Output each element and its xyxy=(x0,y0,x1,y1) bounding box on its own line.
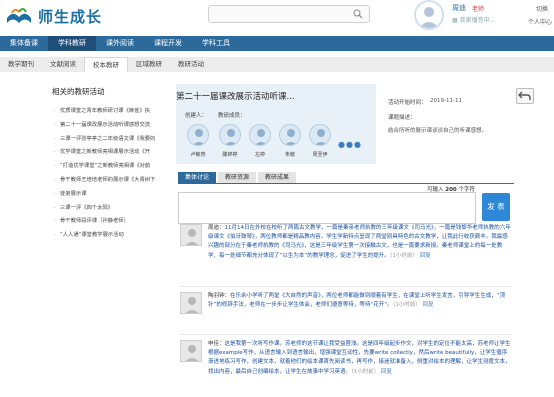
comment-body: 在乐余小学听了两堂《大自然的声音》，两位老师都能做到顺着有学生，在课堂上听学生发… xyxy=(208,293,506,309)
comment-time: （1小时前） xyxy=(351,368,380,375)
sub-nav-item[interactable]: 区域教研 xyxy=(128,57,170,72)
switch-link[interactable]: 切换 xyxy=(536,4,548,13)
book-logo-icon xyxy=(4,4,34,28)
comment-author[interactable]: 周迪： xyxy=(208,225,225,231)
member-name: 卢敏燕 xyxy=(190,152,206,158)
related-activities: 相关的教研活动 优质课堂之青年教师研讨课《麻雀》执第二十一届课改展示活动听课感想… xyxy=(52,86,170,243)
commenter-avatar[interactable] xyxy=(180,224,202,246)
personal-center-link[interactable]: 个人中心 xyxy=(528,17,552,26)
search-icon[interactable] xyxy=(353,9,363,19)
top-bar: 师生成长 周迪 老师 ▦ 我家播音中... 切换 个人中心 xyxy=(0,0,554,36)
comment-text: 陶羽钟：在乐余小学听了两堂《大自然的声音》，两位老师都能做到顺着有学生，在课堂上… xyxy=(208,292,512,310)
related-heading: 相关的教研活动 xyxy=(52,87,105,96)
tab-0[interactable]: 集体讨论 xyxy=(178,172,217,183)
comment-author[interactable]: 陶羽钟： xyxy=(208,293,230,299)
member-card[interactable]: 滕婷婷 xyxy=(218,124,242,158)
comment-text: 申佳：这是我第一次听写作课，苏老师的这节课让我受益匪浅。这是四年级起步作文，对学… xyxy=(208,340,512,377)
start-time-label: 活动开始时间： xyxy=(388,100,427,106)
reply-link[interactable]: 回复 xyxy=(420,253,431,259)
related-activity-link[interactable]: 三课一评《四个太阳》 xyxy=(52,202,170,216)
related-activity-link[interactable]: “打造优学课堂”之新教师亮相课《对韵 xyxy=(52,160,170,174)
member-label: 教研成员： xyxy=(218,113,246,119)
member-card[interactable]: 朱敏 xyxy=(278,124,302,158)
comment-separator xyxy=(180,286,512,287)
member-name: 左婷 xyxy=(254,152,265,158)
publish-button[interactable]: 发 表 xyxy=(482,193,510,221)
comment-time: （1小时前） xyxy=(389,252,418,259)
member-name: 朱敏 xyxy=(284,152,295,158)
member-avatar[interactable] xyxy=(309,124,331,146)
sub-nav: 教学期刊 文献阅读 校本教研 区域教研 教研活动 xyxy=(0,57,554,72)
tab-divider xyxy=(178,183,514,184)
member-name: 周圣伊 xyxy=(312,152,328,158)
main-nav-item[interactable]: 课外阅读 xyxy=(96,36,144,51)
reply-link[interactable]: 回复 xyxy=(423,302,434,308)
back-button[interactable] xyxy=(516,88,534,104)
tab-1[interactable]: 教研资源 xyxy=(218,172,257,183)
member-avatar[interactable] xyxy=(249,124,271,146)
user-signature: ▦ 我家播音中... xyxy=(452,17,496,24)
user-avatar[interactable] xyxy=(414,0,444,30)
activity-title: 第二十一届课改展示活动听课... xyxy=(176,92,295,102)
main-nav-item[interactable]: 课程开发 xyxy=(144,36,192,51)
main-nav-item[interactable]: 集体备课 xyxy=(0,36,48,51)
sub-nav-item[interactable]: 教学期刊 xyxy=(0,57,42,72)
commenter-avatar[interactable] xyxy=(180,292,202,314)
comment-text: 周迪：11月14日在外校在校听了两篇古文教学，一篇是秦亲老师执教的三年级课文《司… xyxy=(208,224,512,261)
sub-nav-item[interactable]: 文献阅读 xyxy=(42,57,84,72)
comment-input[interactable] xyxy=(178,192,476,224)
main-nav-item[interactable]: 学科教研 xyxy=(48,36,96,51)
related-activity-link[interactable]: 三课一评张亭亭之二年级语文课《我要的 xyxy=(52,133,170,147)
related-activity-link[interactable]: 优学课堂之新教师亮相课展示活动《开 xyxy=(52,146,170,160)
sub-nav-item[interactable]: 校本教研 xyxy=(84,57,128,72)
related-activity-link[interactable]: 徒弟展示课 xyxy=(52,188,170,202)
tab-2[interactable]: 教研成果 xyxy=(258,172,297,183)
user-name[interactable]: 周迪 xyxy=(452,3,466,13)
site-title: 师生成长 xyxy=(38,7,103,26)
topic-description: 结合所听的展示课谈谈自己的听课感想。 xyxy=(388,128,488,134)
member-avatar[interactable] xyxy=(219,124,241,146)
main-nav-item[interactable]: 学科工具 xyxy=(192,36,240,51)
related-activity-link[interactable]: “人人通”课堂教学展示活动 xyxy=(52,229,170,243)
reply-link[interactable]: 回复 xyxy=(381,369,392,375)
related-activity-link[interactable]: 优质课堂之青年教师研讨课《麻雀》执 xyxy=(52,105,170,119)
undo-arrow-icon xyxy=(518,91,531,100)
member-card[interactable]: 周圣伊 xyxy=(308,124,332,158)
comment-author[interactable]: 申佳： xyxy=(208,341,225,347)
comment-separator xyxy=(180,334,512,335)
more-members-button[interactable]: ●●● xyxy=(338,140,362,149)
member-avatar[interactable] xyxy=(279,124,301,146)
user-role: 老师 xyxy=(472,6,485,13)
member-avatar[interactable] xyxy=(187,124,209,146)
member-name: 滕婷婷 xyxy=(222,152,238,158)
related-list: 优质课堂之青年教师研讨课《麻雀》执第二十一届课改展示活动听课感想交流三课一评张亭… xyxy=(52,105,170,243)
sub-nav-item[interactable]: 教研活动 xyxy=(170,57,212,72)
topic-label: 课题描述： xyxy=(388,115,416,121)
search-input[interactable] xyxy=(208,5,370,23)
comment-body: 11月14日在外校在校听了两篇古文教学，一篇是秦亲老师执教的三年级课文《司马光》… xyxy=(208,225,511,259)
comment-time: （1小时前） xyxy=(392,302,421,309)
member-card[interactable]: 卢敏燕 xyxy=(186,124,210,158)
related-activity-link[interactable]: 骨干教师段评课（孙静老师） xyxy=(52,215,170,229)
related-activity-link[interactable]: 骨干教师王培培老师的展示课《大青树下 xyxy=(52,174,170,188)
commenter-avatar[interactable] xyxy=(180,340,202,362)
site-logo[interactable]: 师生成长 xyxy=(4,4,102,28)
member-card[interactable]: 左婷 xyxy=(248,124,272,158)
main-nav: 集体备课 学科教研 课外阅读 课程开发 学科工具 xyxy=(0,36,554,51)
creator-label: 创建人： xyxy=(185,113,208,119)
start-time-value: 2019-11-11 xyxy=(430,98,462,104)
discussion-tabs: 集体讨论 教研资源 教研成果 xyxy=(178,172,298,183)
related-activity-link[interactable]: 第二十一届课改展示活动听课感想交流 xyxy=(52,119,170,133)
